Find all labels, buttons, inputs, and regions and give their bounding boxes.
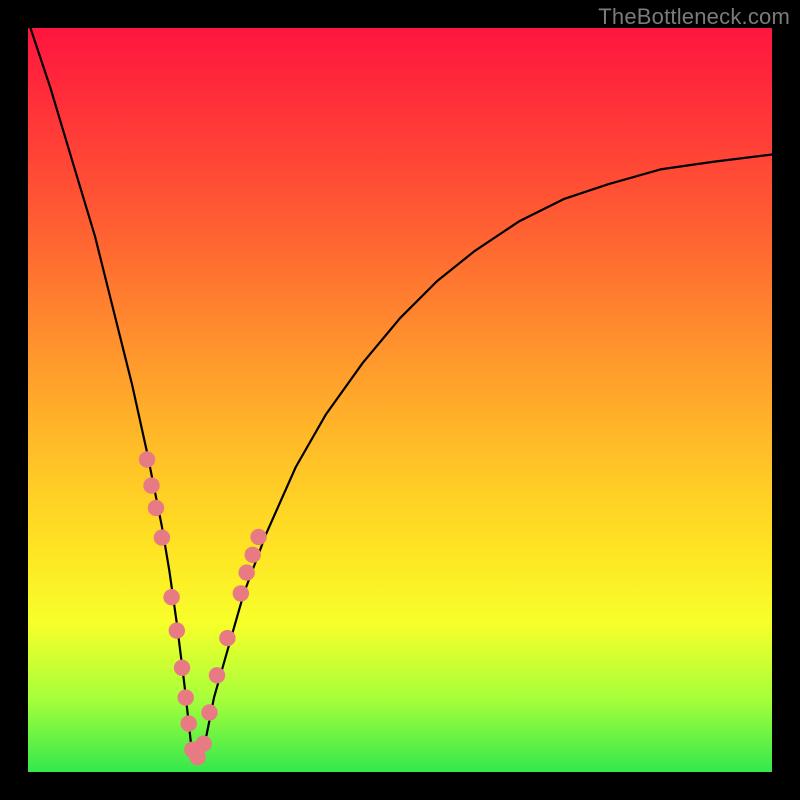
marker-dot [233,585,249,601]
marker-dot [174,660,190,676]
plot-svg [28,28,772,772]
marker-dot [195,736,211,752]
chart-frame: TheBottleneck.com [0,0,800,800]
highlight-markers [139,451,267,765]
marker-dot [169,622,185,638]
marker-dot [163,589,179,605]
marker-dot [178,689,194,705]
marker-dot [181,715,197,731]
marker-dot [239,564,255,580]
marker-dot [219,630,235,646]
marker-dot [143,477,159,493]
marker-dot [148,500,164,516]
marker-dot [201,704,217,720]
watermark-text: TheBottleneck.com [598,4,790,30]
marker-dot [245,547,261,563]
bottleneck-curve [28,28,772,757]
marker-dot [250,529,266,545]
marker-dot [154,529,170,545]
marker-dot [139,451,155,467]
marker-dot [209,667,225,683]
plot-area [28,28,772,772]
